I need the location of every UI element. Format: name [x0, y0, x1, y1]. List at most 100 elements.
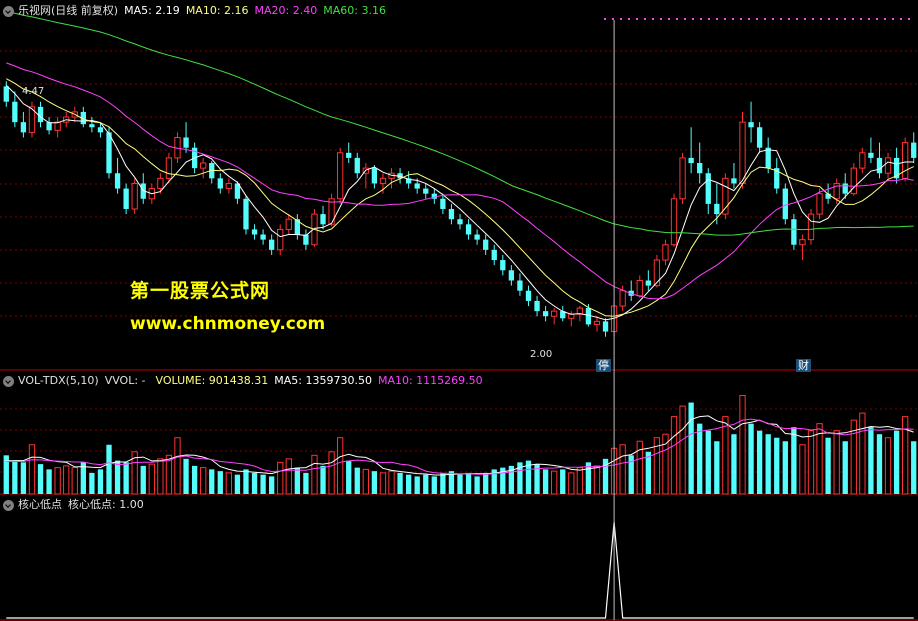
- candle-body: [320, 214, 326, 225]
- volume-bar: [157, 458, 164, 495]
- marker-dot: [876, 18, 878, 20]
- volume-bar: [483, 472, 489, 494]
- marker-dot: [796, 18, 798, 20]
- marker-dot: [804, 18, 806, 20]
- volume-bar: [457, 474, 463, 494]
- candle-body: [217, 178, 223, 189]
- marker-dot: [604, 18, 606, 20]
- candle-body: [542, 311, 549, 317]
- volume-bar: [645, 451, 651, 494]
- volume-bar: [336, 437, 344, 495]
- marker-dot: [772, 18, 774, 20]
- marker-dot: [644, 18, 646, 20]
- candle-body: [414, 183, 420, 189]
- volume-bar: [791, 427, 797, 494]
- candle-body: [653, 259, 661, 287]
- candle-body: [423, 188, 429, 194]
- volume-bar: [37, 464, 44, 494]
- candle-body: [303, 234, 309, 245]
- candle-body: [525, 290, 532, 301]
- volume-bar: [688, 402, 694, 494]
- high-price-label: 4.47: [22, 86, 45, 97]
- candle-body: [868, 152, 874, 158]
- volume-bar: [362, 468, 369, 495]
- candle-body: [379, 177, 387, 184]
- volume-bar: [225, 472, 233, 495]
- volume-bar: [200, 467, 207, 495]
- volume-bar: [756, 430, 763, 494]
- volume-bar: [174, 437, 181, 495]
- candle-body: [911, 142, 917, 158]
- candle-body: [123, 188, 129, 209]
- candle-body: [816, 193, 823, 215]
- volume-bar: [379, 472, 387, 495]
- volume-bar: [679, 405, 686, 495]
- volume-bar: [662, 433, 669, 495]
- candle-body: [902, 142, 909, 179]
- marker-dot: [820, 18, 822, 20]
- candle-body: [765, 147, 771, 169]
- chevron-down-icon[interactable]: [3, 375, 14, 387]
- marker-dot: [900, 18, 902, 20]
- marker-dot: [684, 18, 686, 20]
- candle-body: [37, 106, 44, 123]
- volume-bar: [71, 467, 78, 495]
- stock-title[interactable]: 乐视网(日线 前复权): [18, 2, 118, 20]
- candle-body: [243, 198, 249, 230]
- volume-bar: [765, 434, 771, 494]
- marker-dot: [860, 18, 862, 20]
- vol-title[interactable]: VOL-TDX(5,10): [18, 372, 99, 390]
- finance-tag[interactable]: 财: [796, 359, 811, 372]
- volume-bar: [346, 460, 352, 494]
- candle-body: [517, 280, 523, 291]
- indicator-title[interactable]: 核心低点: [18, 496, 62, 514]
- marker-dot: [884, 18, 886, 20]
- candle-body: [842, 183, 848, 194]
- halt-tag[interactable]: 停: [596, 359, 611, 372]
- marker-dot: [892, 18, 894, 20]
- candle-body: [277, 228, 284, 251]
- marker-dot: [868, 18, 870, 20]
- chevron-down-icon[interactable]: [3, 5, 14, 17]
- volume-bar: [311, 454, 318, 495]
- volume-bar: [20, 462, 27, 494]
- volume-bar: [106, 444, 112, 494]
- volume-bar: [884, 437, 892, 495]
- volume-bar: [217, 471, 223, 494]
- marker-dot: [732, 18, 734, 20]
- volume-bar: [89, 472, 95, 494]
- stock-chart[interactable]: [0, 0, 918, 621]
- candle-body: [500, 260, 506, 271]
- ma10-label: MA10: 2.16: [185, 4, 249, 17]
- candle-body: [876, 157, 883, 174]
- candle-body: [89, 124, 95, 128]
- volume-bar: [542, 469, 549, 494]
- candle-body: [662, 244, 669, 261]
- volume-bar: [277, 461, 284, 495]
- candle-body: [534, 300, 540, 312]
- volume-bar: [705, 430, 711, 494]
- volume-bar: [807, 430, 815, 495]
- candle-body: [225, 182, 233, 190]
- marker-dot: [788, 18, 790, 20]
- marker-dot: [668, 18, 670, 20]
- candle-body: [200, 162, 207, 169]
- candle-body: [705, 173, 711, 204]
- volume-bar: [114, 460, 121, 494]
- marker-dot: [620, 18, 622, 20]
- candle-body: [474, 234, 480, 240]
- candle-body: [46, 122, 52, 131]
- candle-body: [859, 152, 866, 169]
- volume-bar: [774, 437, 780, 494]
- volume-bar: [28, 444, 36, 495]
- chevron-down-icon[interactable]: [3, 499, 14, 511]
- ma60-label: MA60: 3.16: [323, 4, 386, 17]
- indicator-signal-line: [6, 521, 914, 619]
- volume-bar: [123, 462, 129, 494]
- volume-bar: [474, 476, 480, 494]
- candle-body: [619, 290, 626, 307]
- volume-bar: [722, 416, 729, 495]
- marker-dot: [700, 18, 702, 20]
- volume-bar: [465, 472, 472, 494]
- candle-body: [508, 270, 515, 281]
